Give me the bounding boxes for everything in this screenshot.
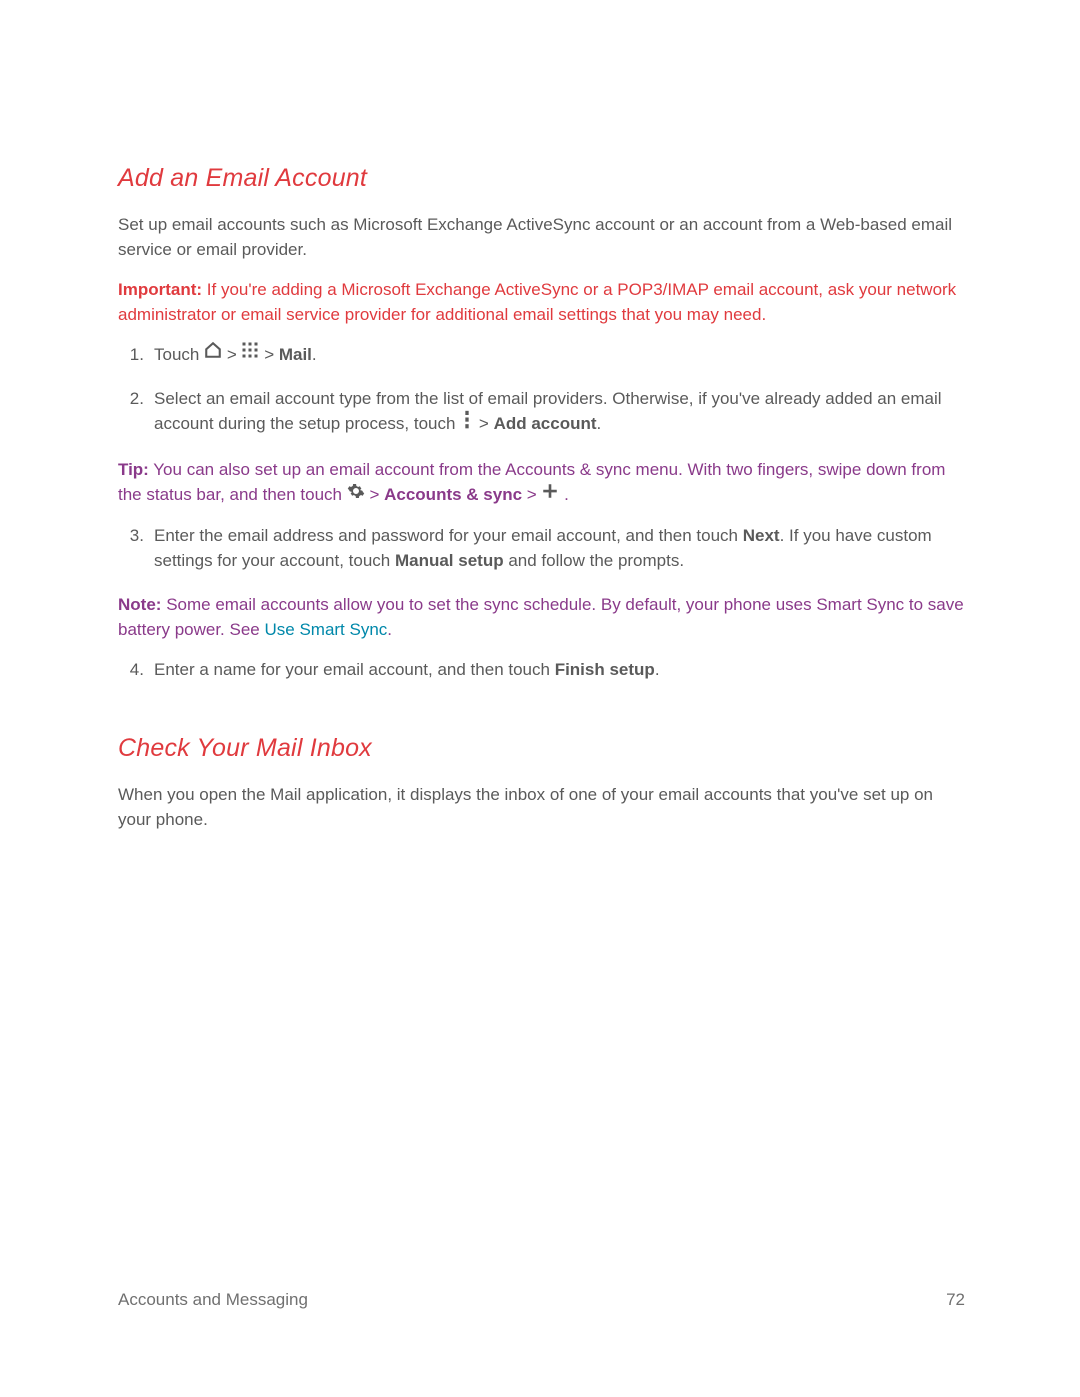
home-icon (204, 341, 222, 367)
footer-page-number: 72 (946, 1287, 965, 1313)
overflow-menu-icon (460, 410, 474, 438)
important-text: If you're adding a Microsoft Exchange Ac… (118, 280, 956, 325)
step-4-text-a: Enter a name for your email account, and… (154, 660, 555, 679)
important-notice: Important: If you're adding a Microsoft … (118, 277, 965, 328)
tip-sep-1: > (365, 485, 384, 504)
step-1: Touch > > Mail. (120, 342, 965, 368)
gear-icon (347, 482, 365, 508)
intro-paragraph: Set up email accounts such as Microsoft … (118, 212, 965, 263)
step-1-sep-2: > (259, 345, 278, 364)
note-paragraph: Note: Some email accounts allow you to s… (118, 592, 965, 643)
page-footer: Accounts and Messaging 72 (118, 1287, 965, 1313)
tip-label: Tip: (118, 460, 149, 479)
step-3-text-c: and follow the prompts. (504, 551, 684, 570)
step-3-manual: Manual setup (395, 551, 504, 570)
heading-add-email: Add an Email Account (118, 160, 965, 198)
apps-grid-icon (241, 341, 259, 367)
step-2-end: . (597, 415, 602, 434)
important-label: Important: (118, 280, 202, 299)
check-mail-intro: When you open the Mail application, it d… (118, 782, 965, 833)
step-4: Enter a name for your email account, and… (120, 657, 965, 683)
step-2-sep: > (474, 415, 493, 434)
step-3-next: Next (743, 526, 780, 545)
steps-list-3: Enter a name for your email account, and… (118, 657, 965, 683)
step-4-end: . (655, 660, 660, 679)
plus-icon (541, 482, 559, 508)
step-1-text-a: Touch (154, 345, 204, 364)
step-4-finish: Finish setup (555, 660, 655, 679)
use-smart-sync-link[interactable]: Use Smart Sync (264, 620, 387, 639)
note-end: . (387, 620, 392, 639)
step-1-mail: Mail (279, 345, 312, 364)
note-text-a: Some email accounts allow you to set the… (118, 595, 964, 640)
step-3-text-a: Enter the email address and password for… (154, 526, 743, 545)
steps-list-1: Touch > > Mail. Select an email account … (118, 342, 965, 439)
step-3: Enter the email address and password for… (120, 523, 965, 574)
step-2-add: Add account (494, 415, 597, 434)
tip-end: . (559, 485, 568, 504)
step-1-end: . (312, 345, 317, 364)
tip-accounts-sync: Accounts & sync (384, 485, 522, 504)
heading-check-mail: Check Your Mail Inbox (118, 730, 965, 768)
note-label: Note: (118, 595, 161, 614)
tip-sep-2: > (522, 485, 541, 504)
step-2: Select an email account type from the li… (120, 386, 965, 439)
step-1-sep-1: > (222, 345, 241, 364)
footer-section: Accounts and Messaging (118, 1287, 308, 1313)
tip-paragraph: Tip: You can also set up an email accoun… (118, 457, 965, 509)
steps-list-2: Enter the email address and password for… (118, 523, 965, 574)
